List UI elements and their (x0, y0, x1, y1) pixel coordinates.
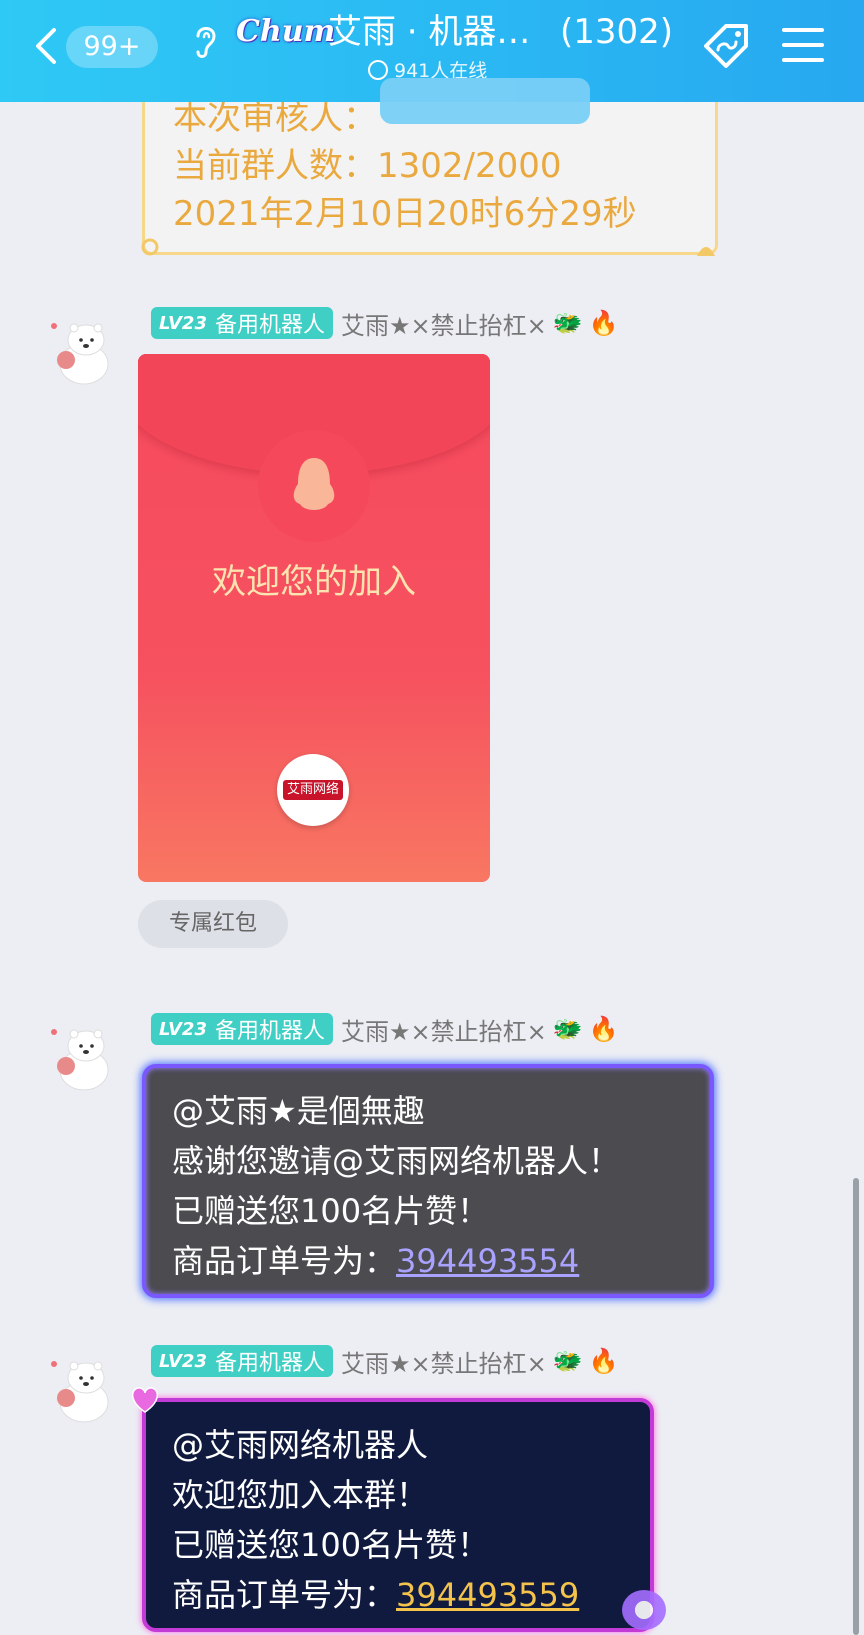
envelope-logo: 艾雨网络 (277, 754, 349, 826)
privacy-blur (380, 78, 590, 124)
message-line: @艾雨★是個無趣 (172, 1092, 425, 1130)
member-count: (1302) (560, 12, 674, 52)
sender-info: LV23 备用机器人 艾雨★×禁止抬杠× 🐲 🔥 (151, 1012, 619, 1046)
notice-member-count: 当前群人数：1302/2000 (173, 146, 562, 186)
tag-icon[interactable] (700, 20, 754, 74)
message-bubble[interactable]: @艾雨★是個無趣 感谢您邀请@艾雨网络机器人！ 已赠送您100名片赞！ 商品订单… (142, 1064, 714, 1298)
order-number-link[interactable]: 394493554 (396, 1242, 579, 1280)
envelope-type-label: 专属红包 (138, 900, 288, 948)
role-text: 备用机器人 (214, 1019, 325, 1044)
level-badge: LV23 备用机器人 (151, 307, 333, 339)
level-badge: LV23 备用机器人 (151, 1345, 333, 1377)
envelope-greeting: 欢迎您的加入 (212, 562, 416, 602)
order-line: 商品订单号为：394493559 (172, 1570, 579, 1616)
flame-icon: 🔥 (588, 309, 619, 337)
penguin-icon (293, 458, 335, 510)
message-line: 感谢您邀请@艾雨网络机器人！ (172, 1142, 621, 1180)
sender-nickname[interactable]: 艾雨★×禁止抬杠× (341, 1012, 547, 1047)
sender-nickname[interactable]: 艾雨★×禁止抬杠× (341, 306, 547, 341)
level-badge: LV23 备用机器人 (151, 1013, 333, 1045)
order-number-link[interactable]: 394493559 (396, 1576, 579, 1614)
dragon-icon: 🐲 (552, 1347, 583, 1375)
red-envelope[interactable]: 欢迎您的加入 艾雨网络 (138, 354, 490, 882)
heart-icon (131, 1387, 159, 1413)
notice-timestamp: 2021年2月10日20时6分29秒 (173, 194, 637, 234)
message-line: 欢迎您加入本群！ (172, 1476, 429, 1514)
flower-icon (622, 1590, 666, 1630)
online-check-icon (368, 60, 388, 80)
dragon-icon: 🐲 (552, 309, 583, 337)
order-prefix: 商品订单号为： (172, 1242, 397, 1280)
order-line: 商品订单号为：394493554 (172, 1236, 579, 1282)
order-prefix: 商品订单号为： (172, 1576, 397, 1614)
level-text: LV23 (159, 1018, 207, 1040)
unread-count-badge[interactable]: 99+ (66, 26, 158, 68)
flame-icon: 🔥 (588, 1015, 619, 1043)
back-arrow-icon[interactable] (32, 26, 62, 66)
role-text: 备用机器人 (214, 313, 325, 338)
level-text: LV23 (159, 1350, 207, 1372)
message-line: @艾雨网络机器人 (172, 1426, 429, 1464)
sender-info: LV23 备用机器人 艾雨★×禁止抬杠× 🐲 🔥 (151, 306, 619, 340)
message-bubble[interactable]: @艾雨网络机器人 欢迎您加入本群！ 已赠送您100名片赞！ 商品订单号为：394… (142, 1398, 654, 1632)
scrollbar[interactable] (853, 1178, 859, 1635)
message-line: 已赠送您100名片赞！ (172, 1526, 490, 1564)
ornament-icon (697, 247, 715, 256)
group-logo-badge: Chum (236, 14, 336, 49)
level-text: LV23 (159, 312, 207, 334)
ear-icon (196, 27, 216, 58)
flame-icon: 🔥 (588, 1347, 619, 1375)
menu-icon[interactable] (782, 28, 824, 66)
message-line: 已赠送您100名片赞！ (172, 1192, 490, 1230)
role-text: 备用机器人 (214, 1351, 325, 1376)
sender-info: LV23 备用机器人 艾雨★×禁止抬杠× 🐲 🔥 (151, 1344, 619, 1378)
sender-avatar[interactable] (48, 316, 112, 386)
sender-avatar[interactable] (48, 1354, 112, 1424)
dragon-icon: 🐲 (552, 1015, 583, 1043)
sender-avatar[interactable] (48, 1022, 112, 1092)
ornament-icon (141, 238, 159, 256)
envelope-logo-text: 艾雨网络 (283, 780, 343, 800)
sender-nickname[interactable]: 艾雨★×禁止抬杠× (341, 1344, 547, 1379)
group-title[interactable]: 艾雨 · 机器… (328, 10, 548, 54)
